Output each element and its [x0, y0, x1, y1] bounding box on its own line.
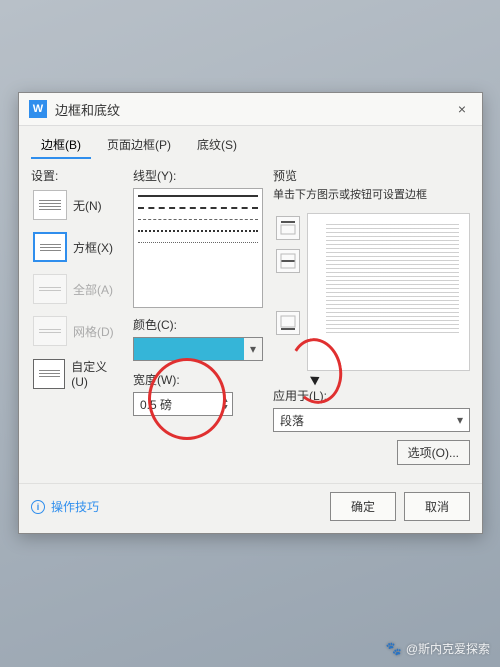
dialog-title: 边框和底纹	[55, 100, 452, 119]
preview-paragraph	[326, 224, 459, 336]
preview-column: 预览 单击下方图示或按钮可设置边框	[273, 167, 470, 471]
chevron-down-icon: ▾	[451, 413, 469, 427]
width-spinner[interactable]: 0.5 磅 ▲▼	[133, 392, 233, 416]
preview-label: 预览	[273, 167, 470, 184]
dialog-footer: i 操作技巧 确定 取消	[19, 483, 482, 533]
titlebar: W 边框和底纹 ×	[19, 93, 482, 126]
setting-grid[interactable]: 网格(D)	[31, 314, 123, 348]
line-style-dot[interactable]	[138, 230, 258, 232]
color-swatch	[134, 338, 244, 360]
line-style-solid[interactable]	[138, 195, 258, 197]
setting-box-label: 方框(X)	[73, 239, 113, 256]
apply-to-value: 段落	[274, 412, 451, 429]
border-bottom-button[interactable]	[276, 311, 300, 335]
border-middle-button[interactable]	[276, 249, 300, 273]
border-bottom-icon	[280, 315, 296, 331]
paw-icon: 🐾	[386, 641, 402, 657]
wps-app-icon: W	[29, 100, 47, 118]
tips-link[interactable]: i 操作技巧	[31, 498, 322, 515]
line-style-list[interactable]	[133, 188, 263, 308]
color-label: 颜色(C):	[133, 316, 263, 333]
all-icon	[33, 274, 67, 304]
info-icon: i	[31, 500, 45, 514]
line-style-label: 线型(Y):	[133, 167, 263, 184]
width-value: 0.5 磅	[134, 396, 222, 413]
box-icon	[33, 232, 67, 262]
tips-label: 操作技巧	[51, 498, 99, 515]
setting-custom-label: 自定义(U)	[71, 358, 121, 389]
preview-area	[273, 213, 470, 371]
close-icon[interactable]: ×	[452, 99, 472, 119]
style-column: 线型(Y): 颜色(C): ▾ 宽度(W): 0.5 磅 ▲▼	[133, 167, 263, 471]
borders-shading-dialog: W 边框和底纹 × 边框(B) 页面边框(P) 底纹(S) 设置: 无(N) 方…	[18, 92, 483, 534]
tab-page-border[interactable]: 页面边框(P)	[97, 132, 181, 159]
cancel-button[interactable]: 取消	[404, 492, 470, 521]
setting-custom[interactable]: 自定义(U)	[31, 356, 123, 391]
setting-none[interactable]: 无(N)	[31, 188, 123, 222]
setting-all-label: 全部(A)	[73, 281, 113, 298]
setting-none-label: 无(N)	[73, 197, 102, 214]
dialog-body: 设置: 无(N) 方框(X) 全部(A)	[19, 159, 482, 477]
setting-box[interactable]: 方框(X)	[31, 230, 123, 264]
color-dropdown[interactable]: ▾	[133, 337, 263, 361]
apply-to-label: 应用于(L):	[273, 387, 470, 404]
settings-label: 设置:	[31, 167, 123, 184]
border-top-button[interactable]	[276, 216, 300, 240]
tab-shading[interactable]: 底纹(S)	[187, 132, 247, 159]
border-middle-icon	[280, 253, 296, 269]
apply-to-dropdown[interactable]: 段落 ▾	[273, 408, 470, 432]
preview-desc: 单击下方图示或按钮可设置边框	[273, 188, 470, 203]
watermark: 🐾 @斯内克爱探索	[386, 640, 490, 657]
line-style-dash[interactable]	[138, 207, 258, 209]
line-style-dash-thin[interactable]	[138, 219, 258, 220]
grid-icon	[33, 316, 67, 346]
apply-to-row: 应用于(L): 段落 ▾ 选项(O)...	[273, 387, 470, 465]
preview-canvas[interactable]	[307, 213, 470, 371]
none-icon	[33, 190, 67, 220]
setting-grid-label: 网格(D)	[73, 323, 114, 340]
spinner-arrows[interactable]: ▲▼	[222, 397, 232, 411]
options-button[interactable]: 选项(O)...	[397, 440, 470, 465]
watermark-text: @斯内克爱探索	[406, 640, 490, 657]
custom-icon	[33, 359, 65, 389]
tab-border[interactable]: 边框(B)	[31, 132, 91, 159]
setting-all[interactable]: 全部(A)	[31, 272, 123, 306]
tab-strip: 边框(B) 页面边框(P) 底纹(S)	[19, 126, 482, 159]
border-top-icon	[280, 220, 296, 236]
line-style-dot-thin[interactable]	[138, 242, 258, 243]
settings-column: 设置: 无(N) 方框(X) 全部(A)	[31, 167, 123, 471]
chevron-down-icon: ▾	[244, 342, 262, 356]
ok-button[interactable]: 确定	[330, 492, 396, 521]
width-label: 宽度(W):	[133, 371, 263, 388]
